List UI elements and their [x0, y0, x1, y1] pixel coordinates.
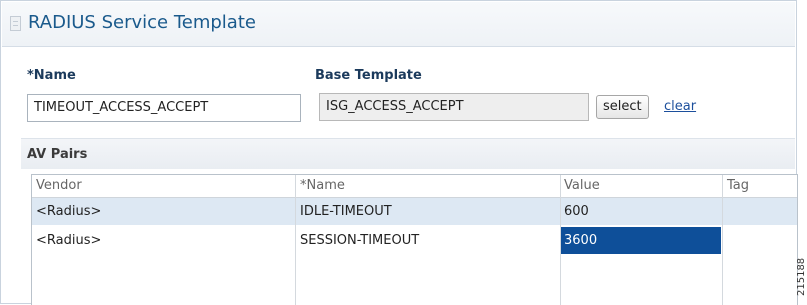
column-header-value[interactable]: Value [564, 178, 600, 193]
grid-header-row: Vendor *Name Value Tag [32, 175, 797, 198]
value-cell-editing[interactable]: 3600 [561, 227, 721, 254]
vendor-cell: <Radius> [36, 233, 102, 248]
base-template-label: Base Template [315, 68, 422, 83]
column-header-vendor[interactable]: Vendor [36, 178, 82, 193]
av-pairs-grid[interactable]: Vendor *Name Value Tag <Radius> IDLE-TIM… [31, 174, 798, 305]
av-pairs-section-header: AV Pairs [21, 138, 795, 169]
name-cell: SESSION-TIMEOUT [300, 233, 420, 248]
base-template-input: ISG_ACCESS_ACCEPT [319, 93, 589, 121]
name-label: *Name [27, 68, 76, 83]
table-row[interactable]: <Radius> SESSION-TIMEOUT 3600 [32, 227, 797, 254]
vendor-cell: <Radius> [36, 204, 102, 219]
column-divider [295, 175, 296, 305]
page-title: RADIUS Service Template [28, 12, 256, 33]
column-divider [722, 175, 723, 305]
value-cell-text[interactable]: 3600 [564, 233, 597, 248]
title-bar: RADIUS Service Template [2, 2, 795, 47]
table-row[interactable]: <Radius> IDLE-TIMEOUT 600 [32, 198, 797, 225]
radius-service-template-panel: RADIUS Service Template *Name TIMEOUT_AC… [0, 0, 798, 305]
column-header-name[interactable]: *Name [300, 178, 345, 193]
column-header-tag[interactable]: Tag [727, 178, 749, 193]
clear-link[interactable]: clear [664, 99, 696, 114]
av-pairs-title: AV Pairs [27, 147, 88, 162]
figure-id: 215188 [796, 257, 807, 296]
template-icon [10, 16, 21, 31]
value-cell[interactable]: 600 [564, 204, 589, 219]
name-input[interactable]: TIMEOUT_ACCESS_ACCEPT [27, 94, 301, 122]
select-button[interactable]: select [596, 95, 649, 119]
column-divider [560, 175, 561, 305]
name-cell: IDLE-TIMEOUT [300, 204, 392, 219]
